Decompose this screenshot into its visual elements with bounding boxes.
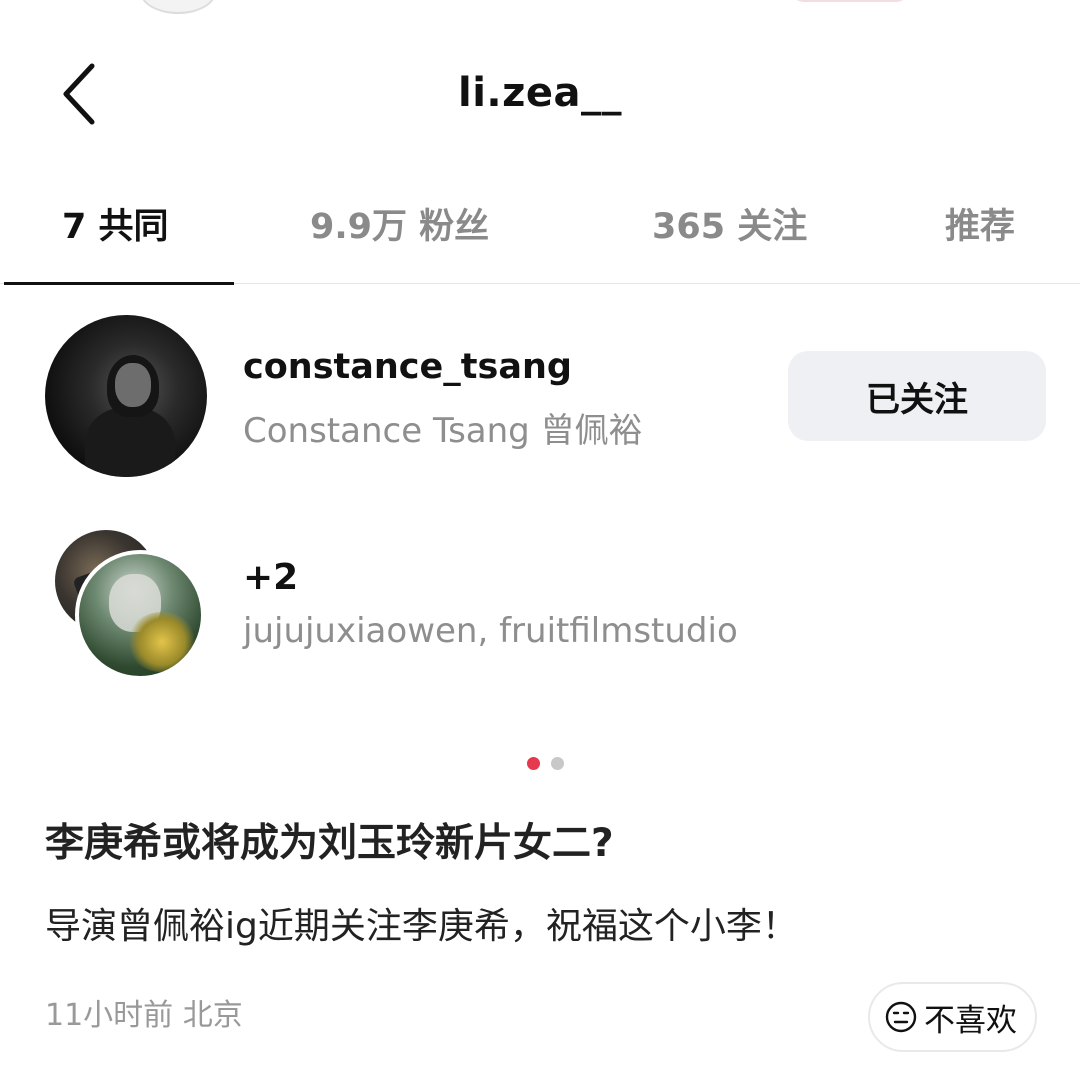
tab-followers[interactable]: 9.9万 粉丝 [310, 198, 489, 249]
dislike-label: 不喜欢 [924, 1002, 1017, 1039]
top-peek-strip [0, 0, 1080, 20]
mutual-names: jujujuxiaowen, fruitfilmstudio [243, 611, 738, 651]
more-mutuals-item[interactable]: +2 jujujuxiaowen, fruitfilmstudio [0, 525, 1080, 685]
carousel-dot[interactable] [551, 757, 564, 770]
avatar [75, 550, 205, 680]
dislike-button[interactable]: 不喜欢 [868, 982, 1037, 1052]
page-title: li.zea__ [457, 70, 623, 116]
carousel-dot-active[interactable] [527, 757, 540, 770]
active-tab-indicator [4, 282, 234, 285]
full-name: Constance Tsang 曾佩裕 [243, 411, 643, 451]
avatar[interactable] [45, 315, 207, 477]
post-meta: 11小时前 北京 [45, 998, 243, 1033]
peek-button [790, 0, 910, 2]
avatar-figure [85, 407, 175, 477]
carousel-dots [0, 757, 1080, 771]
list-item[interactable]: constance_tsang Constance Tsang 曾佩裕 已关注 [0, 315, 1080, 477]
tab-bar: 7 共同 9.9万 粉丝 365 关注 推荐 [0, 180, 1080, 285]
tab-mutual[interactable]: 7 共同 [62, 198, 169, 249]
more-count: +2 [243, 557, 299, 598]
peek-avatar [140, 0, 216, 14]
post-title: 李庚希或将成为刘玉玲新片女二? [45, 821, 614, 866]
neutral-face-icon [885, 1001, 917, 1033]
following-button[interactable]: 已关注 [788, 351, 1046, 441]
tab-following[interactable]: 365 关注 [652, 198, 807, 249]
avatar-face [115, 363, 151, 407]
header: li.zea__ [0, 50, 1080, 140]
tab-suggested[interactable]: 推荐 [945, 198, 1015, 249]
post-body: 导演曾佩裕ig近期关注李庚希，祝福这个小李！ [45, 906, 798, 947]
avatar-leaf [127, 612, 197, 672]
username[interactable]: constance_tsang [243, 347, 572, 387]
